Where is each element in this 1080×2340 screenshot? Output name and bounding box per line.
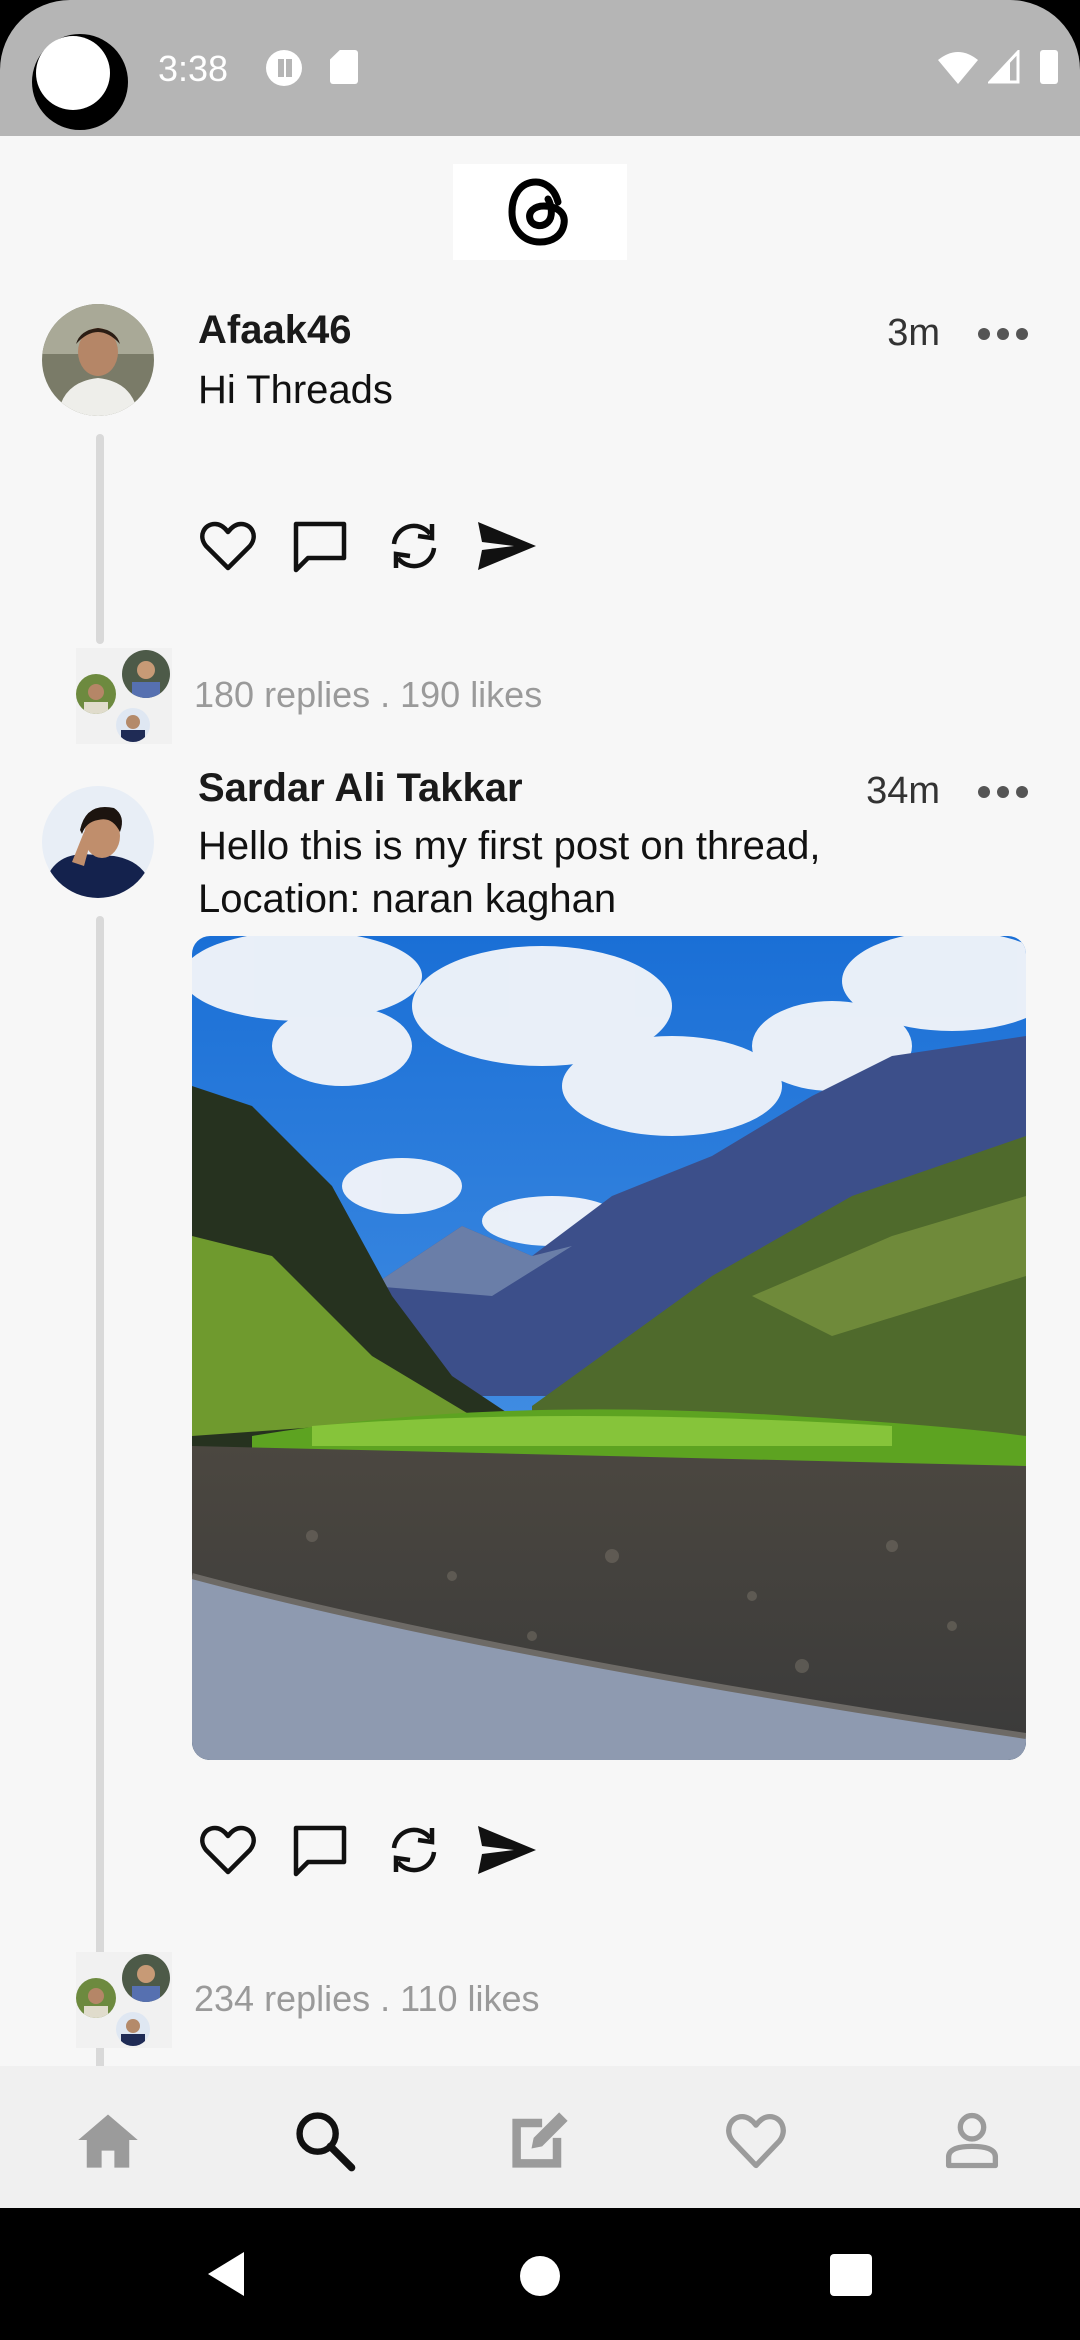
wifi-icon [938,52,978,84]
reply-avatar [116,2012,150,2046]
post-username[interactable]: Sardar Ali Takkar [198,766,523,811]
phone-screen: 3:38 Afaak46 3m Hi Threads 180 replies .… [0,0,1080,2340]
post-text-line: Hello this is my first post on thread, [198,824,821,868]
post-username[interactable]: Afaak46 [198,308,351,353]
post-actions [196,1818,546,1882]
reply-avatar [122,650,170,698]
like-icon[interactable] [196,514,260,578]
compose-icon[interactable] [506,2106,574,2174]
share-icon[interactable] [474,1818,538,1882]
like-icon[interactable] [196,1818,260,1882]
reply-avatar [116,708,150,742]
post-text-line: Location: naran kaghan [198,877,617,921]
reply-avatars [76,648,172,744]
search-icon[interactable] [290,2106,358,2174]
threads-logo[interactable] [453,164,627,260]
avatar[interactable] [42,786,154,898]
pocket-icon [266,50,302,86]
signal-icon [988,50,1020,84]
share-icon[interactable] [474,514,538,578]
avatar[interactable] [42,304,154,416]
home-button-icon[interactable] [520,2256,560,2296]
post-time: 34m [866,770,940,812]
reply-avatar [76,674,116,714]
post-text: Hi Threads [198,368,393,412]
camera-cutout [32,34,128,130]
post-stats[interactable]: 234 replies . 110 likes [194,1978,540,2020]
threads-feed: Afaak46 3m Hi Threads 180 replies . 190 … [0,136,1080,2088]
comment-icon[interactable] [288,514,352,578]
reply-avatar [76,1978,116,2018]
more-options-icon[interactable] [978,786,1028,800]
thread-line [96,916,104,2088]
bottom-navigation [0,2066,1080,2208]
home-icon[interactable] [74,2106,142,2174]
post-actions [196,514,546,578]
thread-line [96,434,104,644]
status-time: 3:38 [158,48,229,89]
profile-icon[interactable] [938,2106,1006,2174]
threads-logo-icon [508,178,568,246]
status-bar: 3:38 [0,0,1080,136]
repost-icon[interactable] [382,1818,446,1882]
sd-card-icon [330,50,358,84]
back-icon[interactable] [204,2248,248,2300]
comment-icon[interactable] [288,1818,352,1882]
post-time: 3m [887,312,940,354]
activity-icon[interactable] [722,2106,790,2174]
system-navigation-bar [0,2208,1080,2340]
more-options-icon[interactable] [978,328,1028,342]
repost-icon[interactable] [382,514,446,578]
reply-avatar [122,1954,170,2002]
recents-icon[interactable] [830,2254,872,2296]
battery-icon [1040,50,1058,84]
post-stats[interactable]: 180 replies . 190 likes [194,674,542,716]
reply-avatars [76,1952,172,2048]
post-image[interactable] [192,936,1026,1760]
